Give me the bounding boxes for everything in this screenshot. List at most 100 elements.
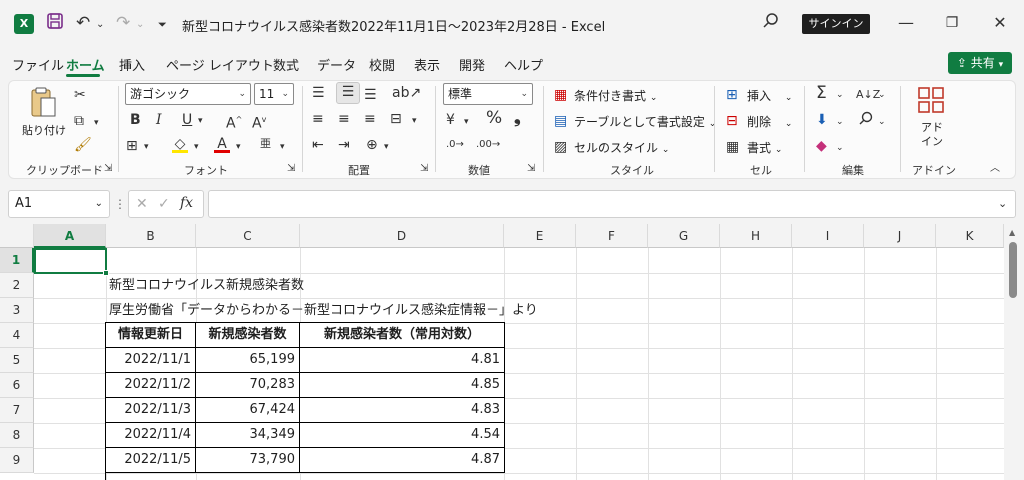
fill-color-dropdown-icon[interactable]: ▾	[194, 138, 199, 156]
cell-B2-title[interactable]: 新型コロナウイルス新規感染者数	[109, 273, 304, 298]
insert-cells-icon[interactable]: ⊞	[726, 86, 738, 104]
column-header-E[interactable]: E	[504, 224, 576, 248]
autosum-icon[interactable]: Σ	[816, 84, 827, 102]
tab-home[interactable]: ホーム	[66, 55, 105, 74]
save-icon[interactable]	[46, 12, 64, 36]
wrap-dropdown-icon[interactable]: ▾	[412, 112, 417, 130]
close-icon[interactable]: ✕	[990, 12, 1010, 34]
table-cell[interactable]: 4.54	[300, 423, 505, 448]
orientation-icon[interactable]: ab↗	[392, 84, 421, 102]
fill-handle[interactable]	[103, 270, 109, 276]
table-cell[interactable]: 67,424	[196, 398, 300, 423]
customize-quick-access-icon[interactable]: ⏷	[158, 14, 167, 36]
row-header-9[interactable]: 9	[0, 448, 34, 473]
more-options-icon[interactable]: ⋮	[114, 195, 126, 213]
fill-color-icon[interactable]: ◇	[172, 135, 188, 153]
format-as-table-icon[interactable]: ▤	[554, 112, 567, 130]
column-header-A[interactable]: A	[34, 224, 106, 248]
bold-button[interactable]: B	[130, 111, 141, 129]
copy-dropdown-icon[interactable]: ▾	[94, 114, 99, 132]
border-dropdown-icon[interactable]: ▾	[144, 138, 149, 156]
format-as-table-button[interactable]: テーブルとして書式設定 ⌄	[574, 113, 716, 130]
column-header-I[interactable]: I	[792, 224, 864, 248]
table-cell[interactable]: 2022/11/3	[106, 398, 196, 423]
row-header-8[interactable]: 8	[0, 423, 34, 448]
currency-dropdown-icon[interactable]: ▾	[464, 113, 469, 131]
underline-dropdown-icon[interactable]: ▾	[198, 112, 203, 130]
tab-formulas[interactable]: 数式	[273, 55, 299, 74]
addins-icon[interactable]	[917, 86, 945, 117]
row-header-7[interactable]: 7	[0, 398, 34, 423]
phonetic-dropdown-icon[interactable]: ▾	[280, 138, 285, 156]
italic-button[interactable]: I	[156, 111, 162, 129]
clipboard-launcher-icon[interactable]: ⇲	[104, 160, 112, 178]
row-header-2[interactable]: 2	[0, 273, 34, 298]
minimize-icon[interactable]: —	[896, 12, 916, 34]
table-header-log[interactable]: 新規感染者数（常用対数）	[300, 323, 505, 348]
column-header-K[interactable]: K	[936, 224, 1004, 248]
confirm-entry-icon[interactable]: ✓	[158, 195, 170, 213]
currency-icon[interactable]: ¥	[446, 111, 455, 129]
table-cell[interactable]: 4.87	[300, 448, 505, 473]
tab-view[interactable]: 表示	[414, 55, 440, 74]
delete-cells-icon[interactable]: ⊟	[726, 112, 738, 130]
align-middle-icon[interactable]: ☰	[336, 82, 360, 104]
table-cell[interactable]: 4.85	[300, 373, 505, 398]
row-header-4[interactable]: 4	[0, 323, 34, 348]
comma-style-icon[interactable]: ❟	[514, 109, 521, 127]
conditional-format-icon[interactable]: ▦	[554, 86, 567, 104]
worksheet-grid[interactable]: A B C D E F G H I J K 1 2 3 4 5 6 7 8 9 …	[0, 224, 1024, 480]
table-cell[interactable]: 65,199	[196, 348, 300, 373]
paste-button[interactable]: 貼り付け	[22, 122, 66, 138]
table-cell[interactable]: 73,790	[196, 448, 300, 473]
autosum-dropdown-icon[interactable]: ⌄	[836, 86, 844, 104]
tab-review[interactable]: 校閲	[369, 55, 395, 74]
share-button[interactable]: ⇪ 共有 ▾	[948, 52, 1012, 74]
increase-indent-icon[interactable]: ⇥	[338, 136, 350, 154]
tab-page-layout[interactable]: ページ レイアウト	[166, 55, 274, 74]
delete-cells-button[interactable]: 削除 ⌄	[747, 113, 792, 130]
row-header-3[interactable]: 3	[0, 298, 34, 323]
addins-button[interactable]: アド イン	[921, 121, 943, 149]
number-format-select[interactable]: 標準 ⌄	[443, 83, 533, 105]
tab-developer[interactable]: 開発	[459, 55, 485, 74]
cancel-entry-icon[interactable]: ✕	[136, 195, 148, 213]
row-header-1[interactable]: 1	[0, 248, 34, 273]
format-cells-button[interactable]: 書式 ⌄	[747, 139, 782, 156]
undo-dropdown-icon[interactable]: ⌄	[96, 14, 104, 36]
row-header-5[interactable]: 5	[0, 348, 34, 373]
increase-font-icon[interactable]: A^	[226, 111, 242, 133]
cut-icon[interactable]: ✂	[74, 86, 86, 104]
table-cell[interactable]: 2022/11/5	[106, 448, 196, 473]
tab-data[interactable]: データ	[317, 55, 356, 74]
find-dropdown-icon[interactable]: ⌄	[878, 113, 886, 131]
insert-cells-button[interactable]: 挿入 ⌄	[747, 87, 792, 104]
name-box[interactable]: A1 ⌄	[8, 190, 110, 218]
format-cells-icon[interactable]: ▦	[726, 138, 739, 156]
wrap-text-icon[interactable]: ⊟	[390, 110, 402, 128]
scroll-up-icon[interactable]: ▲	[1009, 228, 1015, 237]
column-header-H[interactable]: H	[720, 224, 792, 248]
decrease-font-icon[interactable]: Av	[252, 111, 266, 133]
tab-insert[interactable]: 挿入	[119, 55, 145, 74]
cell-B3-source[interactable]: 厚生労働省「データからわかる－新型コロナウイルス感染症情報－」より	[109, 298, 538, 323]
align-top-icon[interactable]: ☰	[312, 84, 325, 102]
paste-icon[interactable]	[24, 86, 60, 123]
table-header-cases[interactable]: 新規感染者数	[196, 323, 300, 348]
table-cell[interactable]: 70,283	[196, 373, 300, 398]
column-header-F[interactable]: F	[576, 224, 648, 248]
percent-icon[interactable]: %	[486, 109, 502, 127]
merge-icon[interactable]: ⊕	[366, 136, 378, 154]
clear-icon[interactable]: ◆	[816, 137, 827, 155]
redo-icon[interactable]: ↷	[116, 12, 130, 34]
sort-filter-dropdown-icon[interactable]: ⌄	[878, 86, 886, 104]
tab-help[interactable]: ヘルプ	[504, 55, 543, 74]
number-launcher-icon[interactable]: ⇲	[527, 160, 535, 178]
table-cell[interactable]: 2022/11/2	[106, 373, 196, 398]
border-icon[interactable]: ⊞	[126, 137, 138, 155]
conditional-format-button[interactable]: 条件付き書式 ⌄	[574, 87, 657, 104]
expand-formula-bar-icon[interactable]: ⌄	[998, 195, 1007, 213]
font-color-dropdown-icon[interactable]: ▾	[236, 138, 241, 156]
clear-dropdown-icon[interactable]: ⌄	[836, 139, 844, 157]
align-right-icon[interactable]: ≡	[364, 110, 376, 128]
